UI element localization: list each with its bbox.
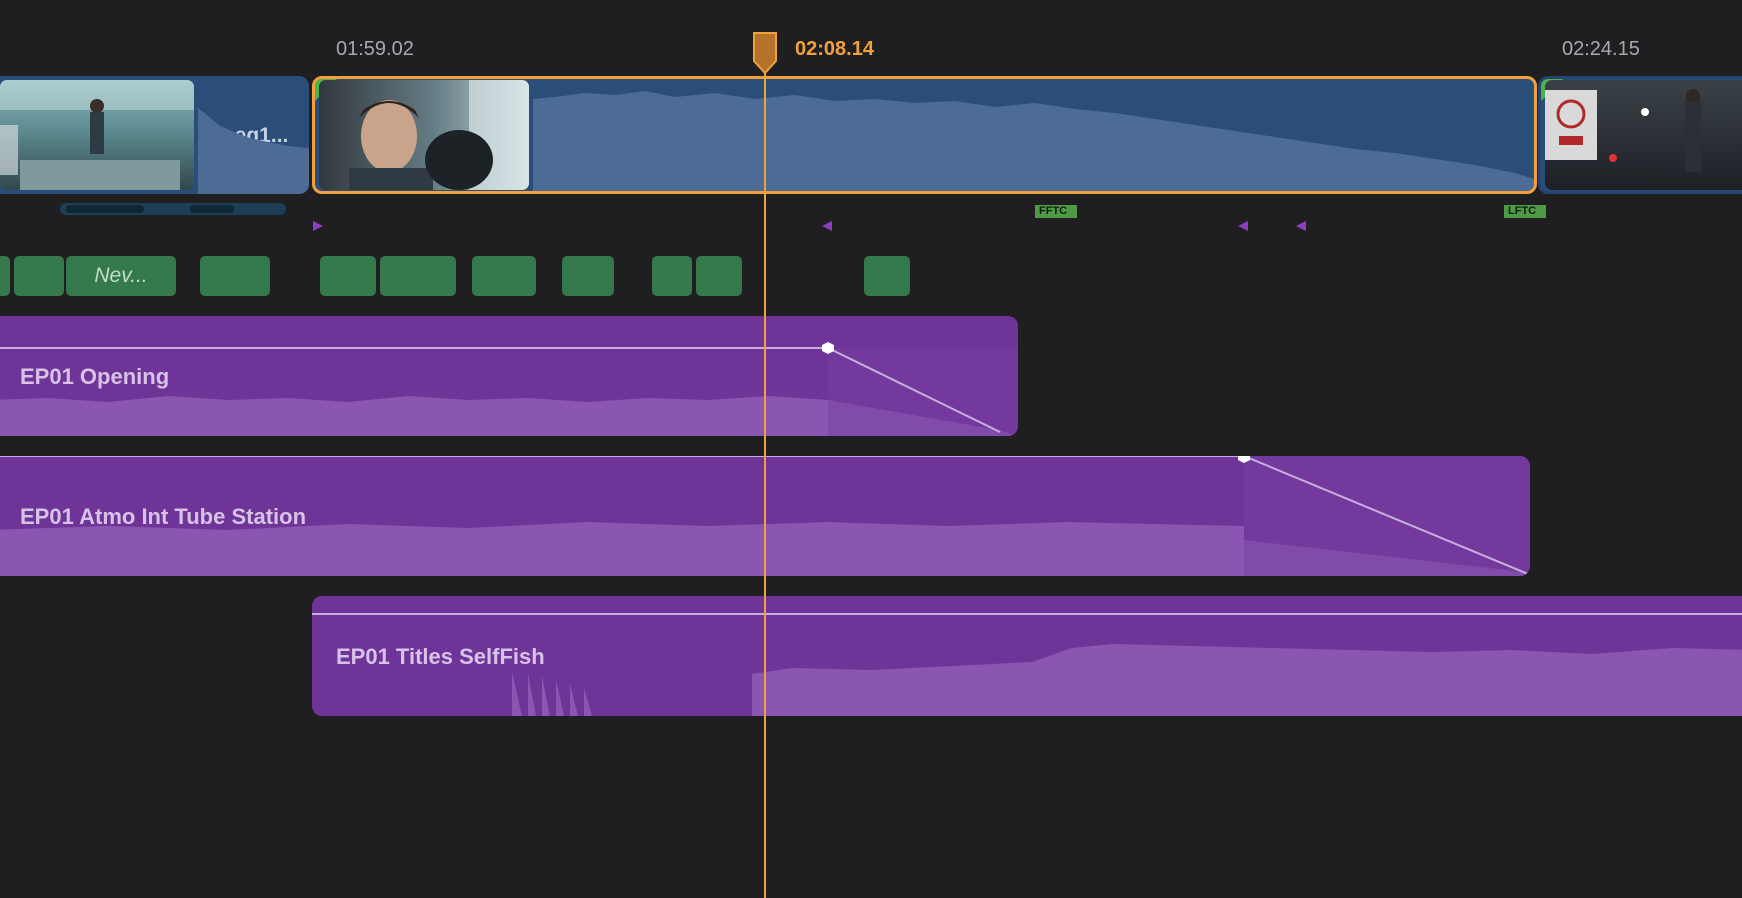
clip-name: EP01 Titles SelfFish xyxy=(336,644,545,669)
volume-keyframe-icon[interactable] xyxy=(821,341,835,355)
video-clip-selected[interactable]: seg107_a xyxy=(312,76,1537,194)
corridor-thumbnail-image xyxy=(1545,89,1701,172)
title-clip[interactable] xyxy=(562,256,614,296)
marker-back-icon[interactable] xyxy=(821,220,833,232)
clip-name: EP01 Atmo Int Tube Station xyxy=(20,504,307,529)
playhead-line[interactable] xyxy=(764,60,766,898)
audio-clip-opening[interactable]: EP01 Opening xyxy=(0,316,1018,436)
ruler-timecode-right: 02:24.15 xyxy=(1562,38,1640,60)
audio-waveform xyxy=(533,91,1534,191)
fftc-marker[interactable]: FFTC xyxy=(1035,205,1078,218)
audio-clip-titles[interactable]: EP01 Titles SelfFish xyxy=(312,596,1742,716)
volume-keyframe-icon[interactable] xyxy=(1237,456,1251,464)
title-clip[interactable] xyxy=(200,256,270,296)
marker-forward-icon[interactable] xyxy=(312,220,324,232)
marker-back-icon[interactable] xyxy=(1237,220,1249,232)
title-clip[interactable] xyxy=(652,256,692,296)
timeline-ruler[interactable]: 01:59.02 02:08.14 02:24.15 xyxy=(0,0,1742,70)
title-clip[interactable] xyxy=(864,256,910,296)
title-clip[interactable]: Nev... xyxy=(66,256,176,296)
playhead-timecode: 02:08.14 xyxy=(795,38,874,60)
title-clip[interactable] xyxy=(0,256,10,296)
range-bar-segment xyxy=(190,205,234,213)
title-clip[interactable] xyxy=(696,256,742,296)
lftc-marker[interactable]: LFTC xyxy=(1504,205,1547,218)
playhead-handle-icon[interactable] xyxy=(752,31,778,75)
clip-name: EP01 Opening xyxy=(20,364,170,389)
ruler-timecode-left: 01:59.02 xyxy=(336,38,414,60)
video-clip-left[interactable]: seg1... xyxy=(0,76,309,194)
marker-back-icon[interactable] xyxy=(1295,220,1307,232)
title-clip[interactable] xyxy=(14,256,64,296)
audio-waveform xyxy=(198,108,309,194)
title-clip[interactable] xyxy=(472,256,536,296)
video-clip-right[interactable] xyxy=(1538,76,1742,194)
title-clip[interactable] xyxy=(320,256,376,296)
clip-thumbnail xyxy=(1545,80,1742,190)
range-bar-segment xyxy=(66,205,144,213)
title-clip[interactable] xyxy=(380,256,456,296)
